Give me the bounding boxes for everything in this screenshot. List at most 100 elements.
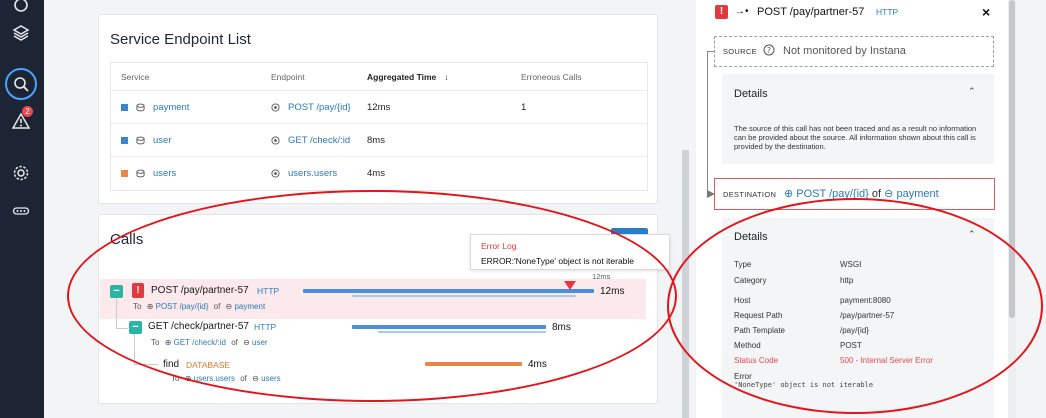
- destination-label: DESTINATION: [723, 190, 777, 199]
- to-prefix: To: [133, 302, 142, 311]
- call-name[interactable]: GET /check/partner-57: [148, 321, 249, 332]
- endpoint-icon: [271, 169, 280, 178]
- close-icon[interactable]: ×: [982, 4, 990, 20]
- status-code-value: 500 - Internal Server Error: [840, 356, 933, 365]
- service-link[interactable]: users: [261, 374, 281, 383]
- database-icon: [136, 136, 145, 144]
- call-self-time-bar: [378, 331, 546, 333]
- endpoint-link[interactable]: POST /pay/{id}: [156, 302, 209, 311]
- col-erroneous-calls[interactable]: Erroneous Calls: [521, 63, 581, 90]
- col-aggregated-time[interactable]: Aggregated Time ↓: [367, 63, 449, 90]
- call-duration: 12ms: [600, 286, 625, 297]
- endpoint-link[interactable]: users.users: [288, 168, 337, 179]
- analyze-search-icon[interactable]: [5, 68, 37, 100]
- destination-endpoint-link[interactable]: POST /pay/{id}: [796, 188, 869, 200]
- layers-icon[interactable]: [10, 22, 32, 44]
- service-link[interactable]: payment: [234, 302, 265, 311]
- aggregated-time-value: 4ms: [367, 168, 385, 179]
- call-destination-line: To ⊕ POST /pay/{id} of ⊖ payment: [133, 302, 265, 311]
- service-link[interactable]: users: [153, 168, 176, 179]
- tree-connector: [116, 298, 117, 328]
- source-details-title[interactable]: Details: [734, 88, 768, 100]
- service-link[interactable]: payment: [153, 102, 189, 113]
- help-question-icon[interactable]: ?: [763, 44, 775, 56]
- status-code-key: Status Code: [734, 356, 779, 365]
- database-icon: ⊖: [252, 374, 259, 383]
- destination-details-title[interactable]: Details: [734, 231, 768, 243]
- database-icon: ⊖: [243, 338, 250, 347]
- call-duration-bar[interactable]: [303, 289, 594, 293]
- detail-title: POST /pay/partner-57: [757, 6, 865, 18]
- service-endpoint-title: Service Endpoint List: [110, 31, 251, 48]
- right-gutter: [1016, 0, 1046, 418]
- database-icon: [136, 103, 145, 111]
- source-label: SOURCE: [723, 47, 757, 56]
- service-link[interactable]: user: [153, 135, 171, 146]
- to-prefix: To: [171, 374, 180, 383]
- error-badge-icon: !: [132, 283, 144, 298]
- service-color-swatch: [121, 136, 128, 144]
- detail-scrollbar-thumb[interactable]: [1009, 0, 1015, 318]
- of-word: of: [213, 302, 221, 311]
- settings-gear-icon[interactable]: [10, 162, 32, 184]
- call-destination-line: To ⊕ users.users of ⊖ users: [171, 374, 281, 383]
- collapse-toggle[interactable]: −: [110, 285, 123, 298]
- aggregated-time-value: 8ms: [367, 134, 385, 146]
- destination-text: ⊕ POST /pay/{id} of ⊖ payment: [784, 187, 939, 200]
- error-log-message: ERROR:'NoneType' object is not iterable: [481, 256, 635, 266]
- col-service[interactable]: Service: [121, 63, 149, 90]
- field-value: http: [840, 276, 854, 285]
- field-key: Type: [734, 260, 752, 269]
- service-cell: user: [121, 124, 171, 156]
- to-prefix: To: [151, 338, 160, 347]
- of-word: of: [871, 188, 882, 200]
- call-self-time-bar: [352, 295, 576, 297]
- endpoint-link[interactable]: POST /pay/{id}: [288, 102, 351, 113]
- detail-tag: HTTP: [876, 7, 899, 17]
- destination-service-link[interactable]: payment: [896, 188, 938, 200]
- service-color-swatch: [121, 170, 128, 177]
- call-duration: 4ms: [528, 359, 547, 370]
- database-icon: [136, 169, 145, 178]
- database-icon: ⊖: [884, 188, 894, 200]
- error-text: 'NoneType' object is not iterable: [734, 381, 874, 389]
- field-key: Category: [734, 276, 767, 285]
- call-name[interactable]: POST /pay/partner-57: [151, 285, 249, 296]
- table-row[interactable]: user GET /check/:id 8ms: [111, 124, 647, 157]
- error-marker-icon[interactable]: [564, 281, 576, 290]
- table-header: Service Endpoint Aggregated Time ↓ Erron…: [111, 63, 647, 91]
- collapse-toggle[interactable]: −: [129, 321, 142, 334]
- tree-connector: [134, 334, 135, 364]
- left-nav-rail: 2: [0, 0, 44, 418]
- of-word: of: [240, 374, 247, 383]
- call-duration-bar[interactable]: [352, 325, 546, 329]
- col-endpoint[interactable]: Endpoint: [271, 63, 305, 90]
- endpoint-icon: [271, 102, 280, 112]
- flow-connector: [707, 51, 708, 194]
- field-value: WSGI: [840, 260, 862, 269]
- endpoint-link[interactable]: users.users: [194, 374, 235, 383]
- field-key: Host: [734, 296, 751, 305]
- endpoint-link[interactable]: GET /check/:id: [174, 338, 226, 347]
- error-log-title: Error Log: [481, 241, 517, 251]
- more-options-icon[interactable]: [10, 200, 32, 222]
- sort-down-icon: ↓: [444, 71, 449, 82]
- error-key: Error: [734, 372, 752, 381]
- table-row[interactable]: users users.users 4ms: [111, 157, 647, 190]
- source-details-text: The source of this call has not been tra…: [734, 124, 977, 151]
- panel-splitter[interactable]: [682, 150, 689, 418]
- col-aggregated-time-label: Aggregated Time: [367, 71, 437, 82]
- call-name[interactable]: find: [163, 359, 179, 370]
- service-color-swatch: [121, 103, 128, 111]
- aggregated-time-value: 12ms: [367, 101, 391, 113]
- endpoint-cell: users.users: [271, 157, 337, 190]
- service-link[interactable]: user: [252, 338, 268, 347]
- tree-connector: [134, 364, 158, 365]
- apps-icon[interactable]: [10, 0, 32, 16]
- table-row[interactable]: payment POST /pay/{id} 12ms 1: [111, 91, 647, 124]
- chevron-up-icon[interactable]: ⌃: [968, 86, 976, 97]
- call-duration-bar[interactable]: [425, 362, 522, 366]
- chevron-up-icon[interactable]: ⌃: [968, 229, 976, 240]
- call-tag: DATABASE: [186, 360, 231, 370]
- endpoint-link[interactable]: GET /check/:id: [288, 135, 350, 146]
